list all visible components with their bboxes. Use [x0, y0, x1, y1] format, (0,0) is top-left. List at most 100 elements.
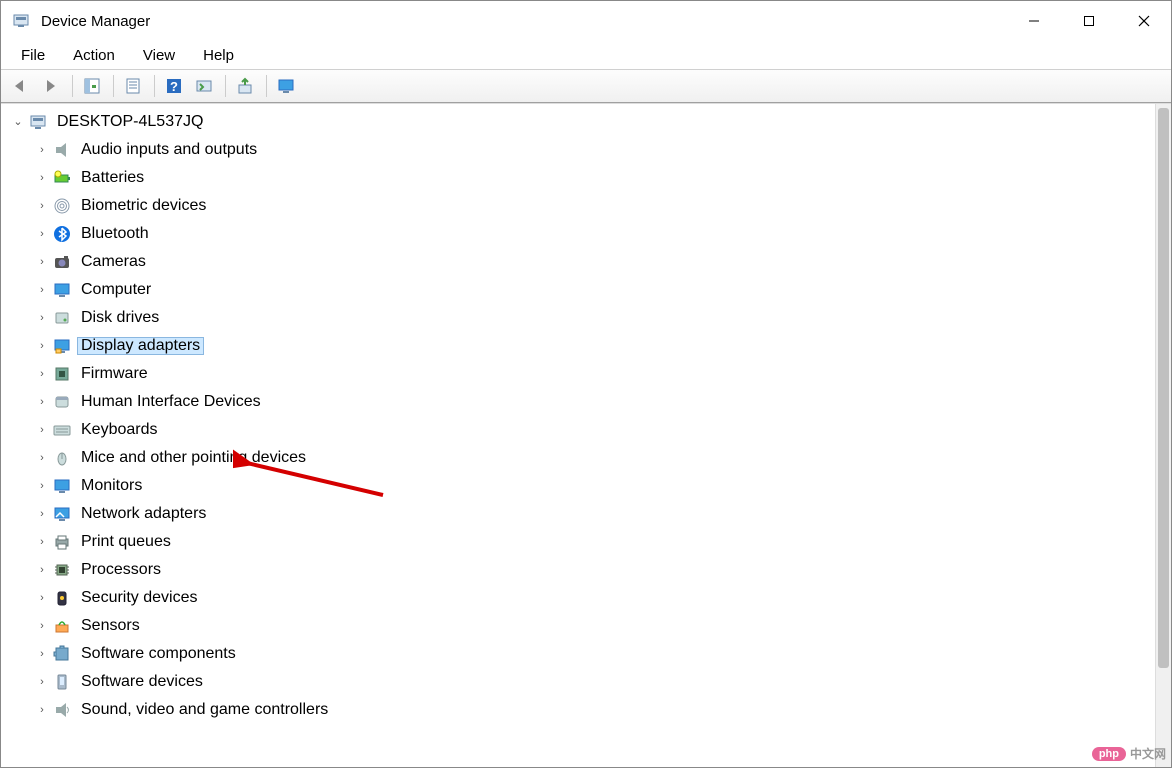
tree-item-network[interactable]: › Network adapters: [9, 500, 1155, 528]
tree-item-label[interactable]: Security devices: [77, 589, 202, 607]
camera-icon: [51, 252, 73, 272]
tree-item-speaker[interactable]: › Audio inputs and outputs: [9, 136, 1155, 164]
tree-item-label[interactable]: Batteries: [77, 169, 148, 187]
tree-item-monitor[interactable]: › Monitors: [9, 472, 1155, 500]
chevron-right-icon[interactable]: ›: [33, 285, 51, 296]
tree-item-camera[interactable]: › Cameras: [9, 248, 1155, 276]
chevron-right-icon[interactable]: ›: [33, 313, 51, 324]
menu-view[interactable]: View: [131, 45, 187, 66]
chevron-right-icon[interactable]: ›: [33, 509, 51, 520]
chevron-right-icon[interactable]: ›: [33, 649, 51, 660]
tree-item-hid[interactable]: › Human Interface Devices: [9, 388, 1155, 416]
minimize-button[interactable]: [1006, 1, 1061, 41]
tree-item-fingerprint[interactable]: › Biometric devices: [9, 192, 1155, 220]
device-tree[interactable]: ⌄ DESKTOP-4L537JQ › Audio inputs and outp…: [1, 104, 1155, 767]
toolbar-update-driver-button[interactable]: [231, 72, 259, 100]
chevron-right-icon[interactable]: ›: [33, 173, 51, 184]
tree-item-label[interactable]: Network adapters: [77, 505, 210, 523]
tree-item-label[interactable]: Human Interface Devices: [77, 393, 265, 411]
tree-item-label[interactable]: Biometric devices: [77, 197, 210, 215]
tree-item-label[interactable]: Audio inputs and outputs: [77, 141, 261, 159]
tree-item-software-dev[interactable]: › Software devices: [9, 668, 1155, 696]
toolbar-properties-button[interactable]: [119, 72, 147, 100]
network-icon: [51, 504, 73, 524]
chevron-right-icon[interactable]: ›: [33, 677, 51, 688]
chevron-right-icon[interactable]: ›: [33, 621, 51, 632]
tree-item-sound[interactable]: › Sound, video and game controllers: [9, 696, 1155, 724]
tree-item-label[interactable]: Bluetooth: [77, 225, 153, 243]
tree-item-label[interactable]: Computer: [77, 281, 155, 299]
scrollbar-thumb[interactable]: [1158, 108, 1169, 668]
tree-item-label[interactable]: Mice and other pointing devices: [77, 449, 310, 467]
tree-root-label[interactable]: DESKTOP-4L537JQ: [53, 113, 207, 131]
tree-item-keyboard[interactable]: › Keyboards: [9, 416, 1155, 444]
toolbar-help-button[interactable]: ?: [160, 72, 188, 100]
toolbar-remote-button[interactable]: [272, 72, 300, 100]
tree-item-label[interactable]: Firmware: [77, 365, 152, 383]
scan-icon: [195, 77, 213, 95]
watermark: php 中文网: [1092, 745, 1166, 762]
tree-item-label[interactable]: Software devices: [77, 673, 207, 691]
tree-item-label[interactable]: Sensors: [77, 617, 144, 635]
toolbar-showhidden-button[interactable]: [78, 72, 106, 100]
update-driver-icon: [236, 77, 254, 95]
menu-help[interactable]: Help: [191, 45, 246, 66]
tree-item-label[interactable]: Software components: [77, 645, 240, 663]
tree-item-label[interactable]: Display adapters: [77, 337, 204, 355]
chevron-right-icon[interactable]: ›: [33, 257, 51, 268]
toolbar-back-button[interactable]: [7, 72, 35, 100]
tree-item-printer[interactable]: › Print queues: [9, 528, 1155, 556]
svg-text:?: ?: [170, 79, 178, 94]
tree-item-disk[interactable]: › Disk drives: [9, 304, 1155, 332]
computer-icon: [51, 280, 73, 300]
chevron-right-icon[interactable]: ›: [33, 593, 51, 604]
menu-file[interactable]: File: [9, 45, 57, 66]
tree-item-sensor[interactable]: › Sensors: [9, 612, 1155, 640]
device-manager-window: Device Manager File Action View Help: [0, 0, 1172, 768]
tree-item-firmware[interactable]: › Firmware: [9, 360, 1155, 388]
chevron-right-icon[interactable]: ›: [33, 453, 51, 464]
chevron-right-icon[interactable]: ›: [33, 145, 51, 156]
tree-item-software-comp[interactable]: › Software components: [9, 640, 1155, 668]
chevron-right-icon[interactable]: ›: [33, 705, 51, 716]
arrow-right-icon: [41, 78, 61, 94]
tree-root-row[interactable]: ⌄ DESKTOP-4L537JQ: [9, 108, 1155, 136]
chevron-right-icon[interactable]: ›: [33, 425, 51, 436]
monitor-icon: [51, 476, 73, 496]
close-button[interactable]: [1116, 1, 1171, 41]
tree-item-security[interactable]: › Security devices: [9, 584, 1155, 612]
chevron-down-icon[interactable]: ⌄: [9, 117, 27, 128]
tree-item-computer[interactable]: › Computer: [9, 276, 1155, 304]
hid-icon: [51, 392, 73, 412]
chevron-right-icon[interactable]: ›: [33, 229, 51, 240]
tree-item-battery[interactable]: › Batteries: [9, 164, 1155, 192]
display-icon: [51, 336, 73, 356]
vertical-scrollbar[interactable]: [1155, 104, 1171, 767]
tree-item-label[interactable]: Print queues: [77, 533, 175, 551]
chevron-right-icon[interactable]: ›: [33, 481, 51, 492]
menu-action[interactable]: Action: [61, 45, 127, 66]
toolbar-forward-button[interactable]: [37, 72, 65, 100]
chevron-right-icon[interactable]: ›: [33, 369, 51, 380]
tree-item-label[interactable]: Cameras: [77, 253, 150, 271]
chevron-right-icon[interactable]: ›: [33, 565, 51, 576]
tree-item-cpu[interactable]: › Processors: [9, 556, 1155, 584]
security-icon: [51, 588, 73, 608]
chevron-right-icon[interactable]: ›: [33, 537, 51, 548]
chevron-right-icon[interactable]: ›: [33, 341, 51, 352]
tree-item-label[interactable]: Processors: [77, 561, 165, 579]
chevron-right-icon[interactable]: ›: [33, 397, 51, 408]
tree-item-mouse[interactable]: › Mice and other pointing devices: [9, 444, 1155, 472]
software-comp-icon: [51, 644, 73, 664]
chevron-right-icon[interactable]: ›: [33, 201, 51, 212]
tree-item-bluetooth[interactable]: › Bluetooth: [9, 220, 1155, 248]
tree-item-label[interactable]: Disk drives: [77, 309, 163, 327]
maximize-button[interactable]: [1061, 1, 1116, 41]
arrow-left-icon: [11, 78, 31, 94]
sound-icon: [51, 700, 73, 720]
toolbar-scan-button[interactable]: [190, 72, 218, 100]
tree-item-label[interactable]: Keyboards: [77, 421, 162, 439]
tree-item-label[interactable]: Monitors: [77, 477, 146, 495]
tree-item-display[interactable]: › Display adapters: [9, 332, 1155, 360]
tree-item-label[interactable]: Sound, video and game controllers: [77, 701, 332, 719]
